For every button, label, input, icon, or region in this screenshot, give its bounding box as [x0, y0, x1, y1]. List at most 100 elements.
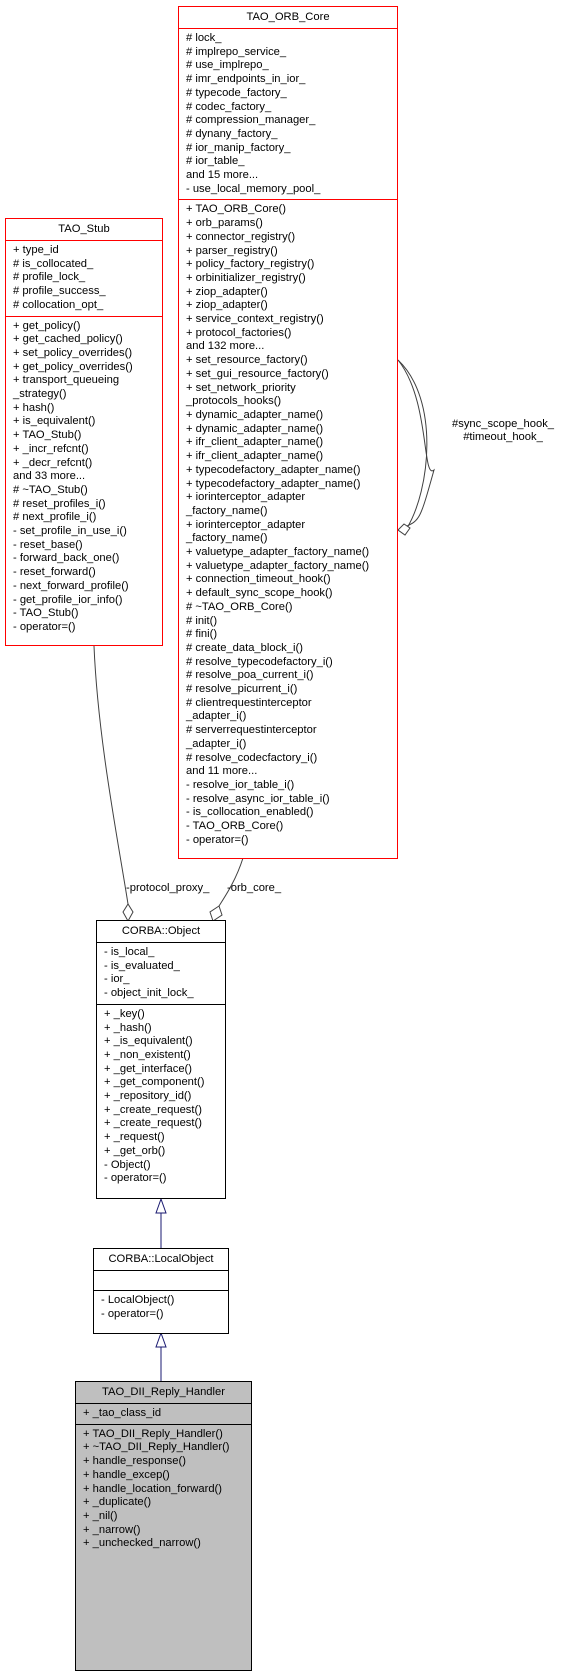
method-item[interactable]: + _decr_refcnt(): [13, 457, 158, 471]
method-item[interactable]: + service_context_registry(): [186, 313, 393, 327]
attribute-item[interactable]: - object_init_lock_: [104, 987, 221, 1001]
method-item[interactable]: + get_policy(): [13, 320, 158, 334]
method-item[interactable]: + valuetype_adapter_factory_name(): [186, 546, 393, 560]
method-item[interactable]: - resolve_async_ior_table_i(): [186, 793, 393, 807]
method-item[interactable]: + orbinitializer_registry(): [186, 272, 393, 286]
method-item[interactable]: + valuetype_adapter_factory_name(): [186, 560, 393, 574]
method-item[interactable]: + is_equivalent(): [13, 415, 158, 429]
attribute-item[interactable]: # lock_: [186, 32, 393, 46]
method-item[interactable]: - operator=(): [104, 1172, 221, 1186]
method-item[interactable]: and 33 more...: [13, 470, 158, 484]
attribute-item[interactable]: # profile_lock_: [13, 271, 158, 285]
method-item[interactable]: _protocols_hooks(): [186, 395, 393, 409]
method-item[interactable]: # reset_profiles_i(): [13, 498, 158, 512]
attribute-item[interactable]: # is_collocated_: [13, 258, 158, 272]
attribute-item[interactable]: # profile_success_: [13, 285, 158, 299]
method-item[interactable]: _factory_name(): [186, 505, 393, 519]
method-item[interactable]: # ~TAO_ORB_Core(): [186, 601, 393, 615]
method-item[interactable]: + transport_queueing: [13, 374, 158, 388]
method-item[interactable]: + _incr_refcnt(): [13, 443, 158, 457]
attribute-item[interactable]: + _tao_class_id: [83, 1407, 247, 1421]
method-item[interactable]: + typecodefactory_adapter_name(): [186, 464, 393, 478]
method-item[interactable]: + _duplicate(): [83, 1496, 247, 1510]
method-item[interactable]: _adapter_i(): [186, 710, 393, 724]
attribute-item[interactable]: # typecode_factory_: [186, 87, 393, 101]
method-item[interactable]: + ifr_client_adapter_name(): [186, 450, 393, 464]
method-item[interactable]: + ~TAO_DII_Reply_Handler(): [83, 1441, 247, 1455]
method-item[interactable]: + connection_timeout_hook(): [186, 573, 393, 587]
method-item[interactable]: + set_resource_factory(): [186, 354, 393, 368]
method-item[interactable]: - operator=(): [101, 1308, 224, 1322]
class-corba-object[interactable]: CORBA::Object - is_local_ - is_evaluated_…: [96, 920, 226, 1199]
method-item[interactable]: - TAO_ORB_Core(): [186, 820, 393, 834]
method-item[interactable]: + orb_params(): [186, 217, 393, 231]
method-item[interactable]: # resolve_poa_current_i(): [186, 669, 393, 683]
method-item[interactable]: _factory_name(): [186, 532, 393, 546]
method-item[interactable]: + _is_equivalent(): [104, 1035, 221, 1049]
method-item[interactable]: - reset_base(): [13, 539, 158, 553]
method-item[interactable]: + _hash(): [104, 1022, 221, 1036]
method-item[interactable]: + get_policy_overrides(): [13, 361, 158, 375]
method-item[interactable]: _adapter_i(): [186, 738, 393, 752]
method-item[interactable]: + _non_existent(): [104, 1049, 221, 1063]
method-item[interactable]: + ziop_adapter(): [186, 299, 393, 313]
method-item[interactable]: - LocalObject(): [101, 1294, 224, 1308]
method-item[interactable]: - forward_back_one(): [13, 552, 158, 566]
method-item[interactable]: + set_gui_resource_factory(): [186, 368, 393, 382]
method-item[interactable]: # serverrequestinterceptor: [186, 724, 393, 738]
attribute-item[interactable]: + type_id: [13, 244, 158, 258]
method-item[interactable]: + _key(): [104, 1008, 221, 1022]
attribute-item[interactable]: # codec_factory_: [186, 101, 393, 115]
method-item[interactable]: + iorinterceptor_adapter: [186, 491, 393, 505]
method-item[interactable]: - operator=(): [186, 834, 393, 848]
method-item[interactable]: + _create_request(): [104, 1104, 221, 1118]
method-item[interactable]: # ~TAO_Stub(): [13, 484, 158, 498]
method-item[interactable]: + _get_orb(): [104, 1145, 221, 1159]
method-item[interactable]: + set_policy_overrides(): [13, 347, 158, 361]
method-item[interactable]: - Object(): [104, 1159, 221, 1173]
method-item[interactable]: + _get_interface(): [104, 1063, 221, 1077]
method-item[interactable]: # resolve_typecodefactory_i(): [186, 656, 393, 670]
method-item[interactable]: + typecodefactory_adapter_name(): [186, 478, 393, 492]
method-item[interactable]: - is_collocation_enabled(): [186, 806, 393, 820]
method-item[interactable]: + parser_registry(): [186, 245, 393, 259]
attribute-item[interactable]: # use_implrepo_: [186, 59, 393, 73]
method-item[interactable]: + get_cached_policy(): [13, 333, 158, 347]
method-item[interactable]: + policy_factory_registry(): [186, 258, 393, 272]
attribute-item[interactable]: # ior_manip_factory_: [186, 142, 393, 156]
method-item[interactable]: - TAO_Stub(): [13, 607, 158, 621]
attribute-item[interactable]: and 15 more...: [186, 169, 393, 183]
attribute-item[interactable]: # compression_manager_: [186, 114, 393, 128]
method-item[interactable]: # resolve_picurrent_i(): [186, 683, 393, 697]
method-item[interactable]: + TAO_Stub(): [13, 429, 158, 443]
attribute-item[interactable]: - ior_: [104, 973, 221, 987]
method-item[interactable]: + ifr_client_adapter_name(): [186, 436, 393, 450]
class-tao-dii-reply-handler[interactable]: TAO_DII_Reply_Handler + _tao_class_id + …: [75, 1381, 252, 1671]
method-item[interactable]: + connector_registry(): [186, 231, 393, 245]
attribute-item[interactable]: # imr_endpoints_in_ior_: [186, 73, 393, 87]
method-item[interactable]: + _create_request(): [104, 1117, 221, 1131]
method-item[interactable]: - operator=(): [13, 621, 158, 635]
method-item[interactable]: + handle_location_forward(): [83, 1483, 247, 1497]
method-item[interactable]: # create_data_block_i(): [186, 642, 393, 656]
method-item[interactable]: + _request(): [104, 1131, 221, 1145]
class-corba-localobject[interactable]: CORBA::LocalObject - LocalObject() - oper…: [93, 1248, 229, 1334]
method-item[interactable]: + _repository_id(): [104, 1090, 221, 1104]
attribute-item[interactable]: # collocation_opt_: [13, 299, 158, 313]
class-tao-orb-core[interactable]: TAO_ORB_Core # lock_ # implrepo_service_ #…: [178, 6, 398, 859]
method-item[interactable]: + _nil(): [83, 1510, 247, 1524]
attribute-item[interactable]: # dynany_factory_: [186, 128, 393, 142]
method-item[interactable]: + handle_response(): [83, 1455, 247, 1469]
method-item[interactable]: _strategy(): [13, 388, 158, 402]
method-item[interactable]: + handle_excep(): [83, 1469, 247, 1483]
method-item[interactable]: - reset_forward(): [13, 566, 158, 580]
method-item[interactable]: - next_forward_profile(): [13, 580, 158, 594]
method-item[interactable]: + protocol_factories(): [186, 327, 393, 341]
method-item[interactable]: # fini(): [186, 628, 393, 642]
method-item[interactable]: + _unchecked_narrow(): [83, 1537, 247, 1551]
method-item[interactable]: - resolve_ior_table_i(): [186, 779, 393, 793]
method-item[interactable]: + iorinterceptor_adapter: [186, 519, 393, 533]
method-item[interactable]: + _narrow(): [83, 1524, 247, 1538]
method-item[interactable]: - get_profile_ior_info(): [13, 594, 158, 608]
method-item[interactable]: + dynamic_adapter_name(): [186, 409, 393, 423]
